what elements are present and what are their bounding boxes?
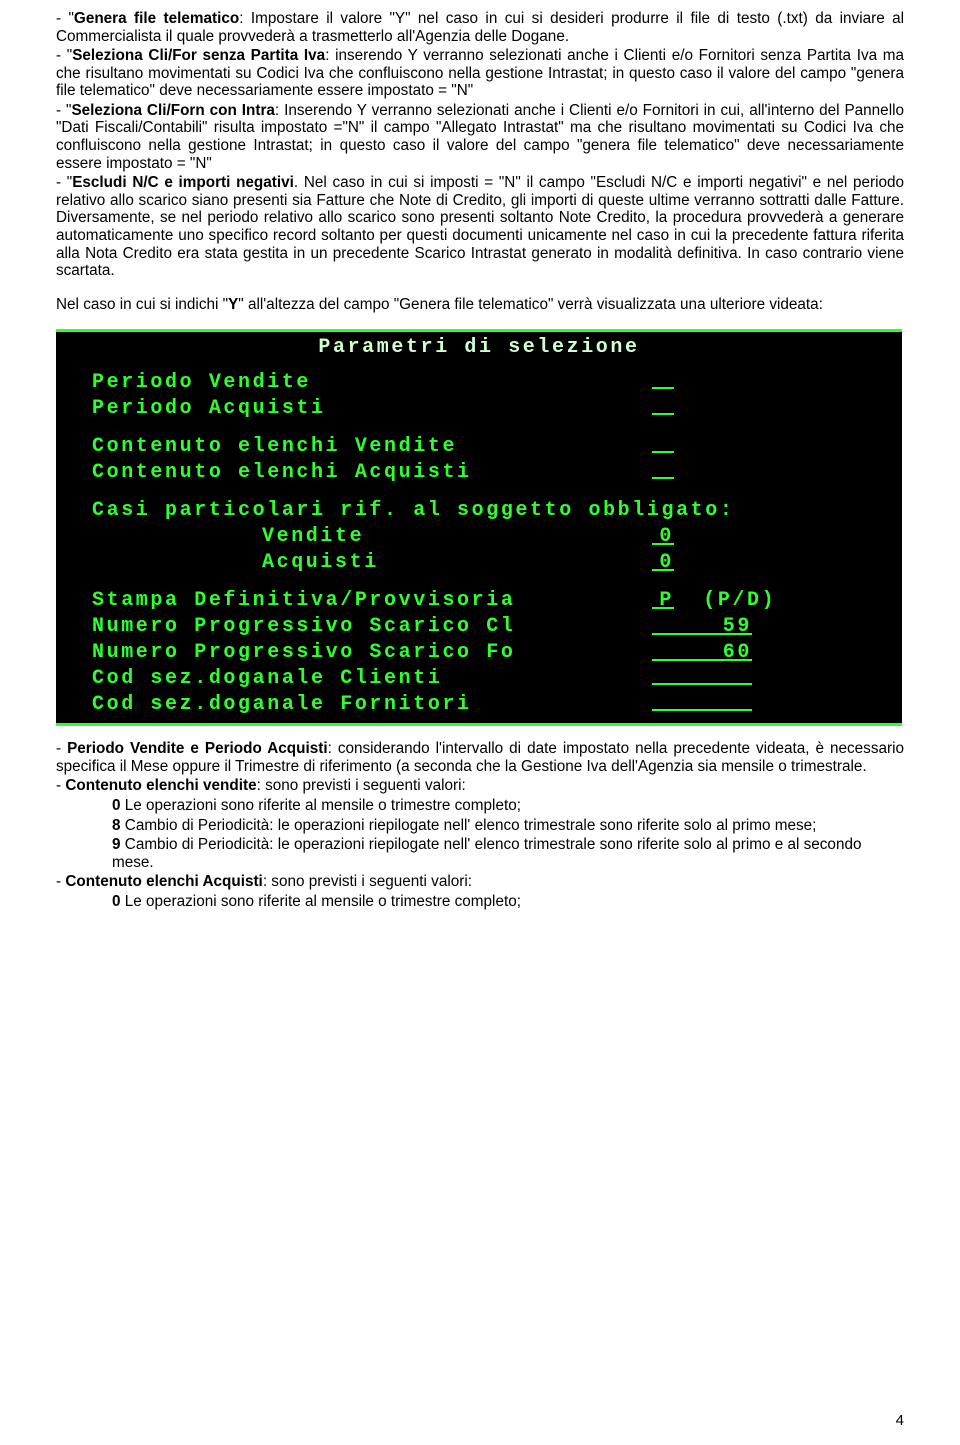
terminal-title: Parametri di selezione — [56, 336, 902, 359]
bold-term: Periodo Vendite e Periodo Acquisti — [67, 740, 328, 757]
paragraph: - "Genera file telematico: Impostare il … — [56, 10, 904, 45]
bold-term: Escludi N/C e importi negativi — [72, 174, 294, 191]
list-item-number: 0 — [112, 797, 125, 814]
terminal-field[interactable] — [652, 459, 674, 486]
bold-term: Seleziona Cli/Forn con Intra — [71, 102, 274, 119]
terminal-row: Stampa Definitiva/Provvisoria P (P/D) — [56, 587, 902, 613]
text: Nel caso in cui si indichi " — [56, 296, 228, 313]
terminal-row: Acquisti 0 — [56, 549, 902, 575]
list-item: 0 Le operazioni sono riferite al mensile… — [112, 797, 904, 815]
terminal-field[interactable]: 59 — [652, 615, 752, 638]
bold-term: Contenuto elenchi Acquisti — [65, 873, 262, 890]
terminal-field[interactable] — [652, 665, 752, 692]
terminal-label: Contenuto elenchi Vendite — [92, 435, 652, 458]
list-item: 0 Le operazioni sono riferite al mensile… — [112, 893, 904, 911]
terminal-row: Periodo Vendite — [56, 369, 902, 395]
paragraph: - Periodo Vendite e Periodo Acquisti: co… — [56, 740, 904, 775]
terminal-field[interactable] — [652, 433, 674, 460]
terminal-field[interactable]: 60 — [652, 641, 752, 664]
terminal-row: Numero Progressivo Scarico Fo 60 — [56, 639, 902, 665]
terminal-field[interactable]: 0 — [652, 525, 674, 548]
bold-term: Y — [228, 296, 238, 313]
list-item-text: Cambio di Periodicità: le operazioni rie… — [125, 817, 817, 834]
terminal-row: Contenuto elenchi Acquisti — [56, 459, 902, 485]
text-block-2: Nel caso in cui si indichi "Y" all'altez… — [56, 296, 904, 314]
terminal-section-title: Casi particolari rif. al soggetto obblig… — [56, 497, 902, 523]
text-block-1: - "Genera file telematico: Impostare il … — [56, 10, 904, 280]
terminal-row: Periodo Acquisti — [56, 395, 902, 421]
list-item-number: 9 — [112, 836, 125, 853]
list-item: 8 Cambio di Periodicità: le operazioni r… — [112, 817, 904, 835]
list-item-number: 0 — [112, 893, 125, 910]
list-item-text: Cambio di Periodicità: le operazioni rie… — [112, 836, 861, 871]
terminal-hint: (P/D) — [703, 589, 776, 612]
list-item-number: 8 — [112, 817, 125, 834]
page-number: 4 — [896, 1412, 904, 1429]
terminal-label: Numero Progressivo Scarico Cl — [92, 615, 652, 638]
list-item-text: Le operazioni sono riferite al mensile o… — [125, 893, 521, 910]
terminal-label: Cod sez.doganale Clienti — [92, 667, 652, 690]
terminal-label: Stampa Definitiva/Provvisoria — [92, 589, 652, 612]
terminal-label: Contenuto elenchi Acquisti — [92, 461, 652, 484]
paragraph: - "Seleziona Cli/For senza Partita Iva: … — [56, 47, 904, 100]
bold-term: Genera file telematico — [74, 10, 239, 27]
terminal-screenshot: Parametri di selezione Periodo Vendite P… — [56, 329, 904, 726]
terminal-label: Vendite — [92, 525, 652, 548]
terminal-field[interactable] — [652, 395, 674, 422]
list-item: 9 Cambio di Periodicità: le operazioni r… — [112, 836, 904, 871]
text: : sono previsti i seguenti valori: — [257, 777, 466, 794]
bold-term: Contenuto elenchi vendite — [65, 777, 256, 794]
terminal-label: Numero Progressivo Scarico Fo — [92, 641, 652, 664]
document-page: - "Genera file telematico: Impostare il … — [0, 0, 960, 1445]
terminal-row: Numero Progressivo Scarico Cl 59 — [56, 613, 902, 639]
list: 0 Le operazioni sono riferite al mensile… — [112, 893, 904, 911]
terminal-field[interactable] — [652, 691, 752, 718]
list: 0 Le operazioni sono riferite al mensile… — [112, 797, 904, 871]
terminal-label: Cod sez.doganale Fornitori — [92, 693, 652, 716]
paragraph: - Contenuto elenchi Acquisti: sono previ… — [56, 873, 904, 891]
terminal-row: Vendite 0 — [56, 523, 902, 549]
terminal-row: Cod sez.doganale Fornitori — [56, 691, 902, 717]
terminal: Parametri di selezione Periodo Vendite P… — [56, 329, 902, 726]
terminal-row: Cod sez.doganale Clienti — [56, 665, 902, 691]
terminal-field[interactable] — [652, 369, 674, 396]
bold-term: Seleziona Cli/For senza Partita Iva — [72, 47, 325, 64]
paragraph: - Contenuto elenchi vendite: sono previs… — [56, 777, 904, 795]
paragraph: - "Seleziona Cli/Forn con Intra: Inseren… — [56, 102, 904, 172]
terminal-field[interactable]: 0 — [652, 551, 674, 574]
text: : sono previsti i seguenti valori: — [263, 873, 472, 890]
terminal-label: Acquisti — [92, 551, 652, 574]
terminal-label: Periodo Vendite — [92, 371, 652, 394]
terminal-row: Contenuto elenchi Vendite — [56, 433, 902, 459]
text-block-3: - Periodo Vendite e Periodo Acquisti: co… — [56, 740, 904, 910]
terminal-field[interactable]: P (P/D) — [652, 589, 776, 612]
paragraph: - "Escludi N/C e importi negativi. Nel c… — [56, 174, 904, 279]
terminal-label: Periodo Acquisti — [92, 397, 652, 420]
paragraph: Nel caso in cui si indichi "Y" all'altez… — [56, 296, 904, 314]
text: " all'altezza del campo "Genera file tel… — [238, 296, 823, 313]
list-item-text: Le operazioni sono riferite al mensile o… — [125, 797, 521, 814]
